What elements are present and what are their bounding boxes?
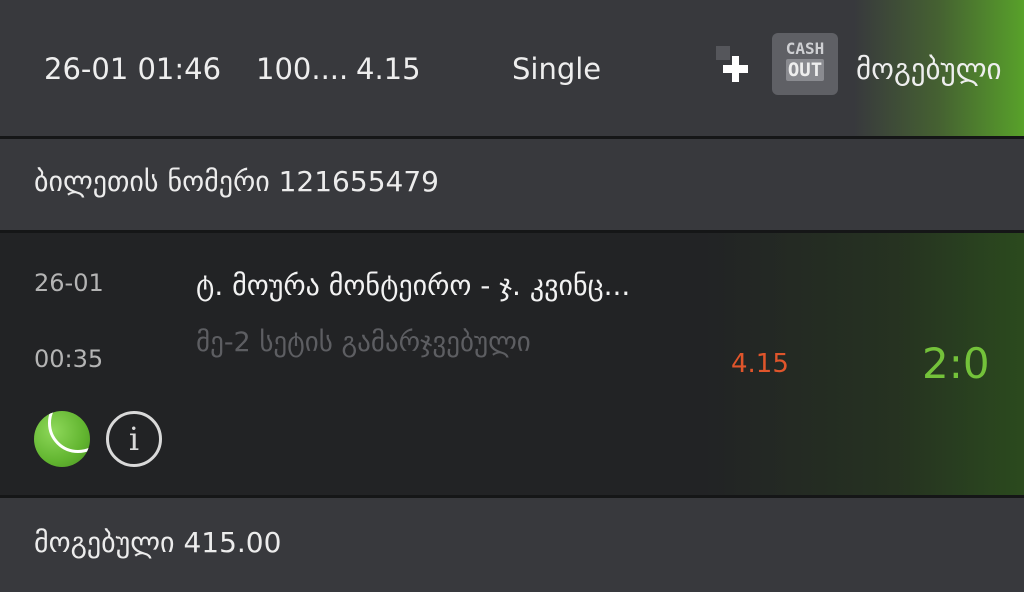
- event-row[interactable]: 26-01 00:35 ტ. მოურა მონტეირო - ჯ. კვინც…: [0, 233, 1024, 495]
- bet-header[interactable]: 26-01 01:46 100.... 4.15 Single CASH OUT…: [0, 0, 1024, 136]
- bet-status: მოგებული: [856, 52, 1002, 86]
- bet-stake: 100....: [256, 52, 349, 86]
- winnings-amount: მოგებული 415.00: [34, 526, 282, 559]
- info-icon[interactable]: i: [106, 411, 162, 467]
- event-date: 26-01: [34, 269, 104, 297]
- event-odds: 4.15: [731, 349, 789, 379]
- cashout-label-top: CASH: [785, 39, 825, 58]
- bet-type: Single: [512, 52, 602, 86]
- event-match-name: ტ. მოურა მონტეირო - ჯ. კვინც...: [196, 269, 631, 302]
- tennis-ball-icon: [34, 411, 90, 467]
- ticket-number-row: ბილეთის ნომერი 121655479: [0, 139, 1024, 230]
- bet-odds: 4.15: [356, 52, 421, 86]
- event-market: მე-2 სეტის გამარჯვებული: [196, 327, 531, 358]
- ticket-number: ბილეთის ნომერი 121655479: [34, 165, 439, 198]
- winnings-row: მოგებული 415.00: [0, 498, 1024, 592]
- event-score: 2:0: [922, 339, 990, 388]
- cashout-button[interactable]: CASH OUT: [772, 33, 838, 95]
- plus-icon[interactable]: [716, 46, 754, 88]
- cashout-label-bottom: OUT: [785, 59, 825, 81]
- event-time: 00:35: [34, 345, 104, 373]
- bet-datetime: 26-01 01:46: [44, 52, 222, 86]
